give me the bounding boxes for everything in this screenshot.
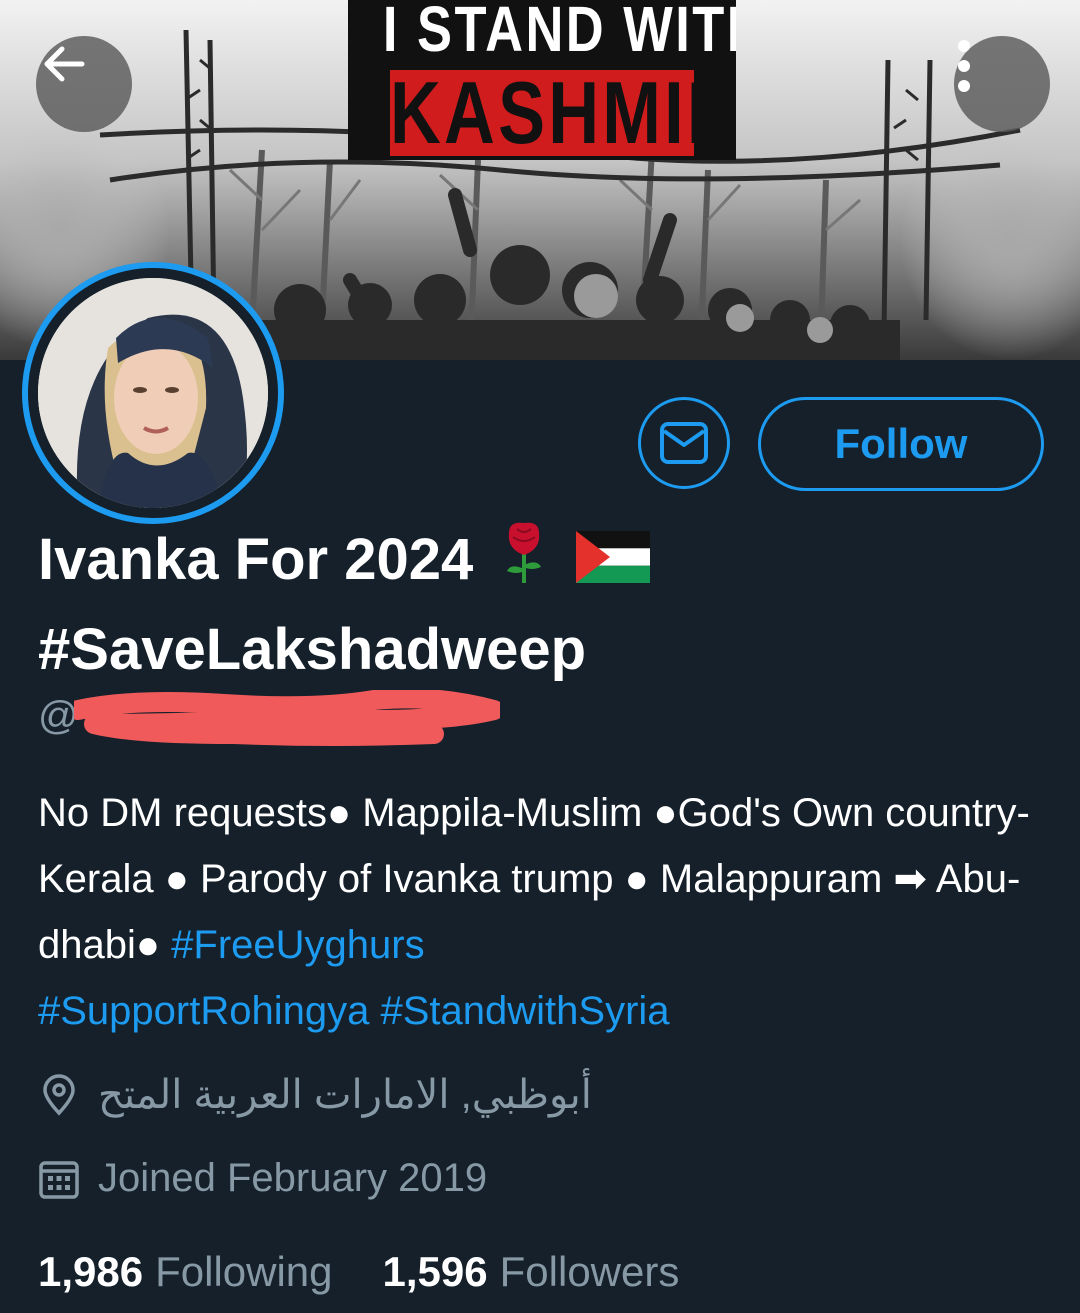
joined-row: Joined February 2019 — [38, 1156, 487, 1201]
palestine-flag-emoji — [575, 522, 650, 606]
location-pin-icon — [43, 1074, 75, 1116]
hashtag-link[interactable]: #StandwithSyria — [380, 989, 669, 1033]
arrow-left-icon — [44, 46, 85, 82]
follow-stats: 1,986 Following 1,596 Followers — [38, 1248, 729, 1296]
user-handle: @ — [38, 694, 79, 739]
message-button[interactable] — [638, 397, 730, 489]
following-link[interactable]: 1,986 Following — [38, 1248, 333, 1296]
hashtag-link[interactable]: #SupportRohingya — [38, 989, 369, 1033]
profile-avatar[interactable] — [22, 262, 284, 524]
follow-button[interactable]: Follow — [758, 397, 1044, 491]
more-vertical-icon — [958, 40, 970, 92]
display-name-line1: Ivanka For 2024 — [38, 527, 474, 592]
joined-text: Joined February 2019 — [98, 1156, 488, 1200]
followers-link[interactable]: 1,596 Followers — [383, 1248, 680, 1296]
followers-label: Followers — [499, 1248, 680, 1295]
more-options-button[interactable] — [954, 36, 1050, 132]
avatar-photo — [38, 278, 268, 508]
profile-bio: No DM requests● Mappila-Muslim ●God's Ow… — [38, 780, 1048, 1044]
followers-count: 1,596 — [382, 1248, 488, 1295]
handle-redaction-scribble — [74, 690, 500, 746]
hashtag-link[interactable]: #FreeUyghurs — [171, 923, 424, 967]
display-name-line2: #SaveLakshadweep — [38, 617, 587, 683]
banner-sign: I STAND WITH KASHMIR — [348, 0, 736, 160]
handle-prefix: @ — [38, 694, 79, 738]
location-row: أبوظبي, الامارات العربية المتح — [38, 1072, 592, 1118]
profile-screen: I STAND WITH KASHMIR Follow Ivanka For 2… — [0, 0, 1080, 1313]
location-text: أبوظبي, الامارات العربية المتح — [98, 1073, 592, 1117]
back-button[interactable] — [36, 36, 132, 132]
following-count: 1,986 — [38, 1248, 144, 1295]
envelope-icon — [660, 422, 708, 464]
rose-emoji — [499, 519, 549, 608]
banner-text-line2: KASHMIR — [390, 63, 736, 160]
following-label: Following — [155, 1248, 333, 1295]
bio-space — [369, 989, 380, 1033]
banner-text-line1: I STAND WITH — [382, 0, 736, 65]
calendar-icon — [39, 1160, 79, 1199]
display-name: Ivanka For 2024 #SaveLakshadweep — [38, 518, 1038, 692]
